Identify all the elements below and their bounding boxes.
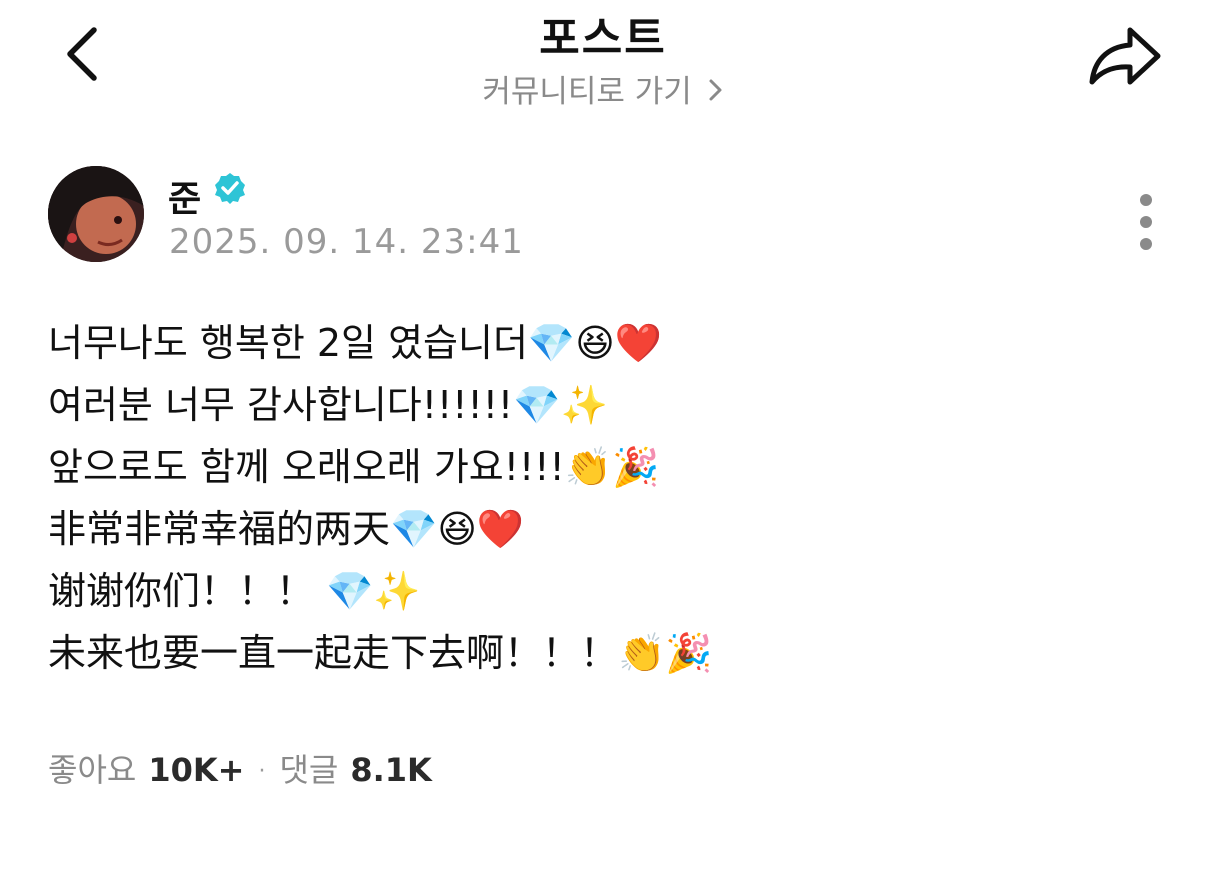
comments-count[interactable]: 8.1K [350, 751, 431, 789]
post-body: 너무나도 행복한 2일 였습니더💎😆❤️ 여러분 너무 감사합니다!!!!!!💎… [48, 312, 1148, 684]
post-text-line: 여러분 너무 감사합니다!!!!!!💎✨ [48, 383, 608, 427]
more-options-button[interactable] [1132, 190, 1160, 254]
post-text-line: 앞으로도 함께 오래오래 가요!!!!👏🎉 [48, 445, 660, 489]
page-title: 포스트 [539, 13, 667, 64]
community-link-label: 커뮤니티로 가기 [482, 74, 692, 110]
post-text-line: 谢谢你们！！！ 💎✨ [48, 569, 421, 613]
avatar[interactable] [48, 166, 144, 262]
stats-separator: · [258, 759, 266, 784]
post-text-line: 非常非常幸福的两天💎😆❤️ [48, 507, 525, 551]
chevron-right-icon [708, 76, 724, 112]
post-timestamp: 2025. 09. 14. 23:41 [169, 222, 524, 262]
post-text-line: 未来也要一直一起走下去啊！！！👏🎉 [48, 631, 713, 675]
post-stats: 좋아요 10K+ · 댓글 8.1K [48, 740, 432, 800]
post-text-line: 너무나도 행복한 2일 였습니더💎😆❤️ [48, 321, 663, 365]
top-bar: 포스트 커뮤니티로 가기 [0, 0, 1206, 120]
verified-badge-icon [214, 172, 246, 204]
likes-label[interactable]: 좋아요 [48, 751, 136, 789]
share-button[interactable] [1082, 20, 1166, 92]
likes-count[interactable]: 10K+ [148, 751, 244, 789]
more-vertical-icon [1140, 194, 1152, 250]
comments-label[interactable]: 댓글 [279, 751, 338, 789]
go-to-community-link[interactable]: 커뮤니티로 가기 [0, 66, 1206, 112]
post-author-row: 준 2025. 09. 14. 23:41 [48, 166, 1158, 266]
share-arrow-icon [1089, 27, 1161, 85]
author-name[interactable]: 준 [168, 170, 201, 222]
